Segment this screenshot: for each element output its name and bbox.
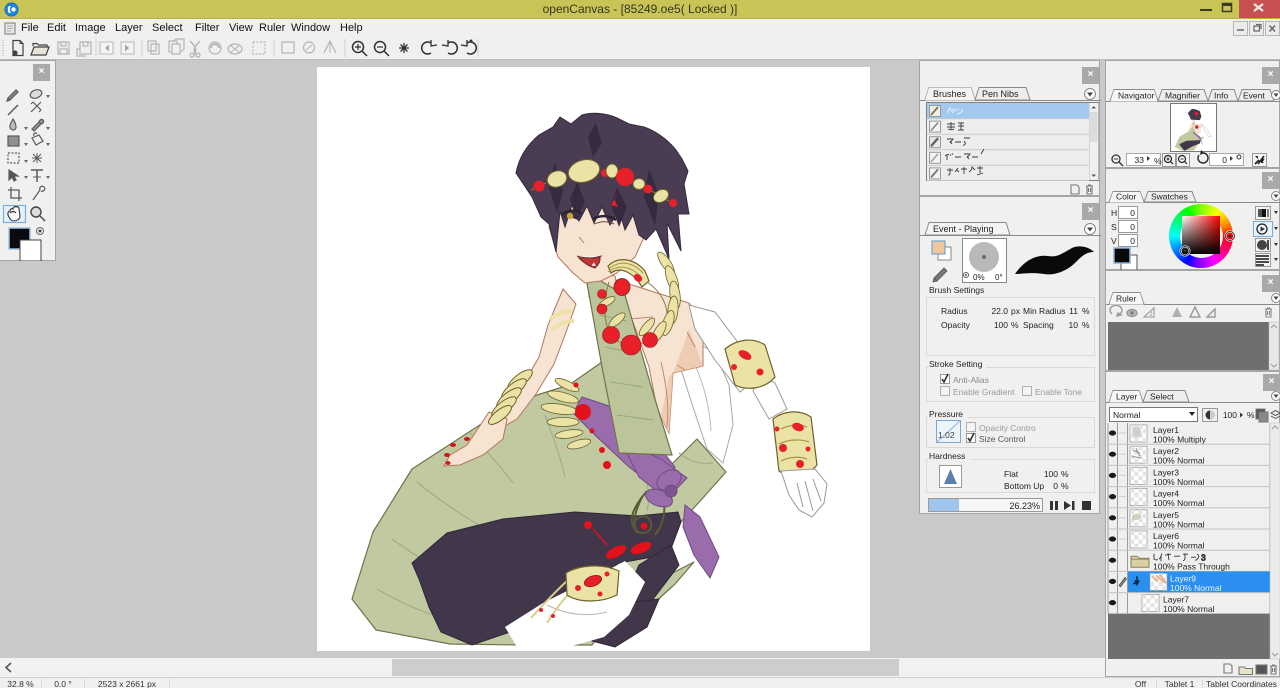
svg-text:100% Normal: 100% Normal <box>1153 456 1205 466</box>
svg-text:%: % <box>1061 469 1069 479</box>
svg-text:22.0: 22.0 <box>991 306 1008 316</box>
svg-text:0: 0 <box>1130 222 1135 232</box>
svg-text:Layer1: Layer1 <box>1153 425 1179 435</box>
svg-text:px: px <box>1011 306 1021 316</box>
svg-text:0%: 0% <box>973 273 985 282</box>
svg-text:100% Normal: 100% Normal <box>1170 583 1222 593</box>
svg-text:Brushes: Brushes <box>933 89 967 99</box>
svg-text:%: % <box>1011 320 1019 330</box>
svg-text:100% Pass Through: 100% Pass Through <box>1153 562 1230 572</box>
svg-text:0: 0 <box>1222 155 1227 165</box>
svg-text:Pen Nibs: Pen Nibs <box>982 89 1019 99</box>
svg-text:Event - Playing: Event - Playing <box>933 224 994 234</box>
svg-text:26.23%: 26.23% <box>1009 501 1040 511</box>
svg-text:Enable Tone: Enable Tone <box>1035 387 1082 397</box>
svg-text:Radius: Radius <box>941 306 967 316</box>
svg-text:Layer3: Layer3 <box>1153 467 1179 477</box>
svg-text:100% Normal: 100% Normal <box>1153 541 1205 551</box>
svg-text:0: 0 <box>1130 208 1135 218</box>
svg-text:Color: Color <box>1116 192 1136 202</box>
svg-text:V: V <box>1111 236 1117 246</box>
svg-text:100% Normal: 100% Normal <box>1153 519 1205 529</box>
svg-text:Layer9: Layer9 <box>1170 573 1196 583</box>
svg-text:Opacity Contro: Opacity Contro <box>979 423 1036 433</box>
svg-text:Navigator: Navigator <box>1118 91 1155 101</box>
svg-text:Opacity: Opacity <box>941 320 971 330</box>
svg-text:Magnifier: Magnifier <box>1165 91 1200 101</box>
svg-text:0°: 0° <box>995 273 1003 282</box>
svg-text:Layer6: Layer6 <box>1153 531 1179 541</box>
svg-text:%: % <box>1154 156 1162 166</box>
svg-text:11: 11 <box>1069 306 1078 316</box>
svg-text:Pressure: Pressure <box>929 409 963 419</box>
svg-text:Size Control: Size Control <box>979 434 1025 444</box>
svg-text:Bottom Up: Bottom Up <box>1004 481 1044 491</box>
svg-text:Enable Gradient: Enable Gradient <box>953 387 1015 397</box>
svg-text:0: 0 <box>1053 481 1058 491</box>
svg-text:0: 0 <box>1130 236 1135 246</box>
svg-text:100% Multiply: 100% Multiply <box>1153 435 1207 445</box>
svg-text:100: 100 <box>994 320 1008 330</box>
svg-text:Anti-Alias: Anti-Alias <box>953 375 989 385</box>
svg-text:H: H <box>1111 208 1117 218</box>
svg-text:Event: Event <box>1243 91 1265 101</box>
svg-text:%: % <box>1082 320 1090 330</box>
svg-text:Min Radius: Min Radius <box>1023 306 1066 316</box>
svg-text:100: 100 <box>1044 469 1058 479</box>
svg-text:Hardness: Hardness <box>929 451 965 461</box>
svg-text:Stroke Setting: Stroke Setting <box>929 359 983 369</box>
svg-text:Ruler: Ruler <box>1116 294 1136 304</box>
svg-text:Layer4: Layer4 <box>1153 489 1179 499</box>
svg-text:Flat: Flat <box>1004 469 1019 479</box>
svg-text:Brush Settings: Brush Settings <box>929 285 984 295</box>
svg-text:%: % <box>1061 481 1069 491</box>
svg-text:100% Normal: 100% Normal <box>1163 604 1215 614</box>
svg-text:Swatches: Swatches <box>1151 192 1188 202</box>
svg-text:33: 33 <box>1135 155 1145 165</box>
svg-text:10: 10 <box>1069 320 1079 330</box>
svg-text:S: S <box>1111 222 1117 232</box>
svg-text:Layer2: Layer2 <box>1153 446 1179 456</box>
svg-text:Spacing: Spacing <box>1023 320 1054 330</box>
svg-text:%: % <box>1082 306 1090 316</box>
svg-text:100% Normal: 100% Normal <box>1153 477 1205 487</box>
svg-text:Info: Info <box>1214 91 1228 101</box>
svg-text:Layer7: Layer7 <box>1163 595 1189 605</box>
svg-text:100% Normal: 100% Normal <box>1153 498 1205 508</box>
svg-text:Layer5: Layer5 <box>1153 510 1179 520</box>
svg-text:1.02: 1.02 <box>938 430 955 440</box>
